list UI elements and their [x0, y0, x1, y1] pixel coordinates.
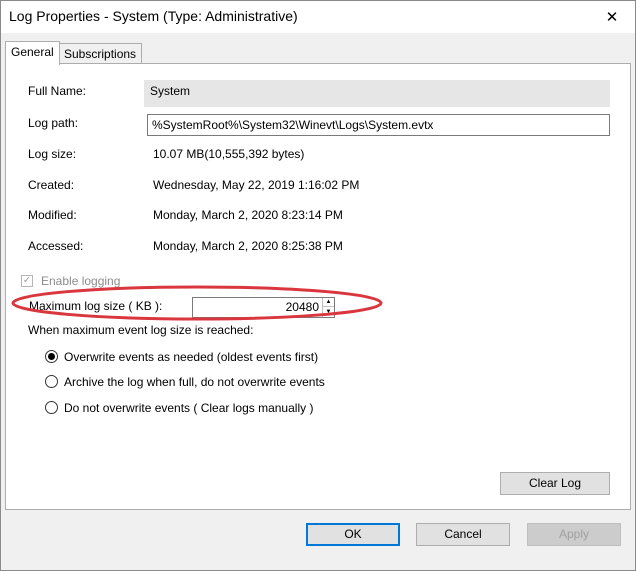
tab-general[interactable]: General — [5, 41, 60, 65]
full-name-field: System — [144, 80, 610, 107]
created-label: Created: — [28, 178, 75, 192]
radio-do-not-overwrite[interactable] — [45, 401, 58, 414]
enable-logging-label: Enable logging — [41, 274, 121, 288]
full-name-value: System — [150, 84, 191, 98]
max-log-size-spinner[interactable]: 20480 ▲ ▼ — [192, 297, 335, 318]
spinner-up-icon[interactable]: ▲ — [323, 298, 334, 307]
policy-heading: When maximum event log size is reached: — [28, 323, 254, 337]
log-size-value: 10.07 MB(10,555,392 bytes) — [153, 147, 305, 161]
radio-overwrite[interactable] — [45, 350, 58, 363]
log-path-field[interactable]: %SystemRoot%\System32\Winevt\Logs\System… — [147, 114, 610, 136]
full-name-label: Full Name: — [28, 84, 87, 98]
spinner-down-icon[interactable]: ▼ — [323, 307, 334, 316]
created-value: Wednesday, May 22, 2019 1:16:02 PM — [153, 178, 360, 192]
log-size-label: Log size: — [28, 147, 77, 161]
enable-logging-checkbox: ✓ — [21, 275, 33, 287]
checkmark-icon: ✓ — [22, 275, 32, 286]
max-log-size-label: Maximum log size ( KB ): — [29, 299, 163, 313]
ok-button[interactable]: OK — [306, 523, 400, 546]
log-properties-dialog: Log Properties - System (Type: Administr… — [0, 0, 636, 571]
window-title: Log Properties - System (Type: Administr… — [9, 8, 298, 24]
log-path-label: Log path: — [28, 116, 79, 130]
accessed-label: Accessed: — [28, 239, 84, 253]
radio-archive-label[interactable]: Archive the log when full, do not overwr… — [64, 375, 325, 389]
radio-overwrite-label[interactable]: Overwrite events as needed (oldest event… — [64, 350, 318, 364]
apply-button[interactable]: Apply — [527, 523, 621, 546]
title-bar[interactable]: Log Properties - System (Type: Administr… — [1, 1, 635, 33]
spinner-buttons: ▲ ▼ — [322, 298, 334, 317]
radio-archive[interactable] — [45, 375, 58, 388]
modified-value: Monday, March 2, 2020 8:23:14 PM — [153, 208, 343, 222]
radio-do-not-overwrite-label[interactable]: Do not overwrite events ( Clear logs man… — [64, 401, 313, 415]
accessed-value: Monday, March 2, 2020 8:25:38 PM — [153, 239, 343, 253]
clear-log-button[interactable]: Clear Log — [500, 472, 610, 495]
max-log-size-value[interactable]: 20480 — [286, 300, 319, 314]
modified-label: Modified: — [28, 208, 77, 222]
cancel-button[interactable]: Cancel — [416, 523, 510, 546]
tab-subscriptions[interactable]: Subscriptions — [58, 43, 143, 65]
close-icon[interactable]: ✕ — [589, 1, 635, 33]
